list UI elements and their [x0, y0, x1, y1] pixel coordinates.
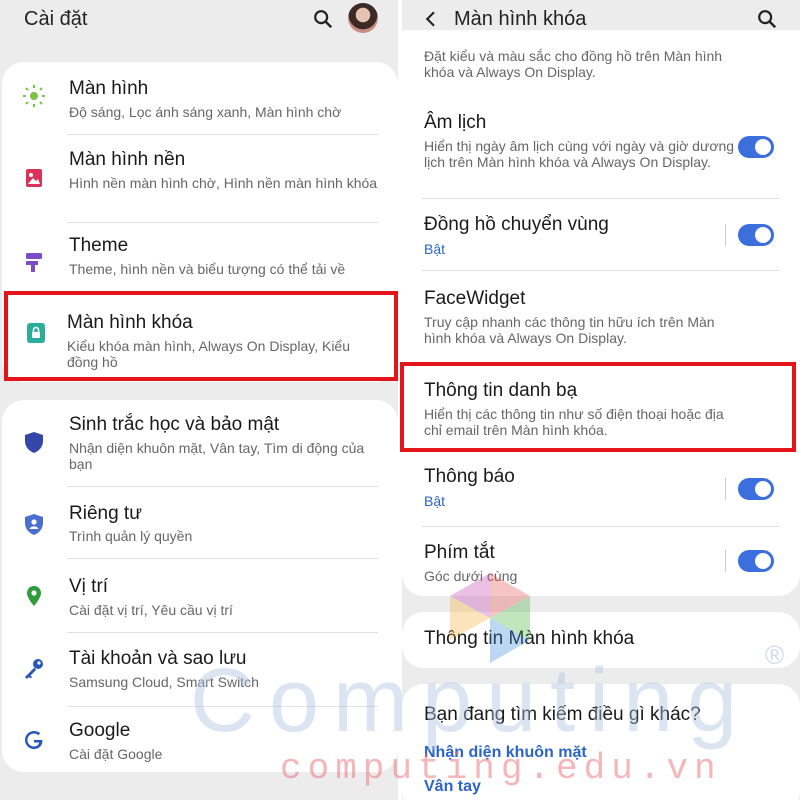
search-icon[interactable]	[312, 8, 334, 30]
item-title: Sinh trắc học và bảo mật	[69, 414, 280, 435]
item-subtitle: Truy cập nhanh các thông tin hữu ích trê…	[424, 314, 715, 346]
list-item-privacy[interactable]: Riêng tư Trình quản lý quyền	[2, 490, 398, 562]
google-icon	[25, 731, 43, 749]
item-title: Riêng tư	[69, 503, 142, 524]
item-subtitle: Nhận diện khuôn mặt, Vân tay, Tìm di độn…	[69, 440, 365, 472]
privacy-icon	[25, 514, 43, 535]
watermark-registered: ®	[765, 640, 785, 670]
item-title: Màn hình khóa	[67, 312, 193, 333]
watermark-site: computing.edu.vn	[280, 748, 722, 789]
settings-header: Cài đặt	[0, 0, 398, 44]
wallpaper-icon	[26, 169, 42, 187]
clock-style-description: Đặt kiểu và màu sắc cho đồng hồ trên Màn…	[424, 48, 723, 80]
item-status: Bật	[424, 241, 446, 257]
list-item-lunar-calendar[interactable]: Âm lịch Hiển thị ngày âm lịch cùng với n…	[402, 104, 800, 194]
lock-screen-icon	[27, 323, 45, 343]
item-title: Màn hình	[69, 78, 149, 99]
item-subtitle: Cài đặt vị trí, Yêu cầu vị trí	[69, 602, 233, 618]
theme-icon	[26, 253, 42, 272]
contact-info-highlight[interactable]: Thông tin danh bạ Hiển thị các thông tin…	[400, 362, 796, 452]
search-icon[interactable]	[756, 8, 778, 30]
lunar-calendar-toggle[interactable]	[738, 136, 774, 158]
roaming-clock-toggle[interactable]	[738, 224, 774, 246]
item-title: Phím tắt	[424, 542, 495, 563]
item-title: Vị trí	[69, 576, 109, 597]
item-subtitle: Theme, hình nền và biểu tượng có thể tải…	[69, 261, 346, 277]
page-title: Màn hình khóa	[454, 8, 587, 30]
item-title: Thông báo	[424, 466, 515, 487]
list-item-wallpaper[interactable]: Màn hình nền Hình nền màn hình chờ, Hình…	[2, 138, 398, 232]
item-status: Bật	[424, 493, 446, 509]
list-item-location[interactable]: Vị trí Cài đặt vị trí, Yêu cầu vị trí	[2, 564, 398, 636]
brightness-icon	[23, 85, 45, 107]
item-title: Đồng hồ chuyển vùng	[424, 214, 609, 235]
item-subtitle: Kiểu khóa màn hình, Always On Display, K…	[67, 338, 351, 370]
list-item-notifications[interactable]: Thông báo Bật	[402, 458, 800, 522]
item-title: Theme	[69, 235, 129, 256]
list-item-theme[interactable]: Theme Theme, hình nền và biểu tượng có t…	[2, 228, 398, 298]
item-subtitle: Hiển thị ngày âm lịch cùng với ngày và g…	[424, 138, 735, 170]
item-title: Thông tin danh bạ	[424, 380, 578, 401]
item-subtitle: Độ sáng, Lọc ánh sáng xanh, Màn hình chờ	[69, 104, 342, 120]
back-arrow-icon[interactable]	[422, 10, 440, 28]
item-subtitle: Trình quản lý quyền	[69, 528, 193, 544]
item-subtitle: Hình nền màn hình chờ, Hình nền màn hình…	[69, 175, 378, 191]
list-item-display[interactable]: Màn hình Độ sáng, Lọc ánh sáng xanh, Màn…	[2, 62, 398, 138]
watermark-brand: Computing	[190, 651, 752, 751]
notifications-toggle[interactable]	[738, 478, 774, 500]
item-title: Âm lịch	[424, 112, 487, 133]
avatar[interactable]	[348, 3, 378, 33]
item-subtitle: Hiển thị các thông tin như số điện thoại…	[424, 406, 724, 438]
lock-screen-highlight: Màn hình khóa Kiểu khóa màn hình, Always…	[4, 291, 398, 381]
lock-screen-settings-card: Đặt kiểu và màu sắc cho đồng hồ trên Màn…	[402, 30, 800, 596]
item-title: Google	[69, 720, 131, 741]
list-item-biometrics[interactable]: Sinh trắc học và bảo mật Nhận diện khuôn…	[2, 400, 398, 488]
list-item-facewidget[interactable]: FaceWidget Truy cập nhanh các thông tin …	[402, 282, 800, 358]
shield-icon	[25, 432, 43, 453]
item-title: FaceWidget	[424, 288, 526, 309]
shortcuts-toggle[interactable]	[738, 550, 774, 572]
key-icon	[25, 659, 43, 679]
location-icon	[27, 586, 41, 606]
item-title: Màn hình nền	[69, 149, 186, 170]
page-title: Cài đặt	[24, 8, 88, 30]
list-item-roaming-clock[interactable]: Đồng hồ chuyển vùng Bật	[402, 208, 800, 270]
